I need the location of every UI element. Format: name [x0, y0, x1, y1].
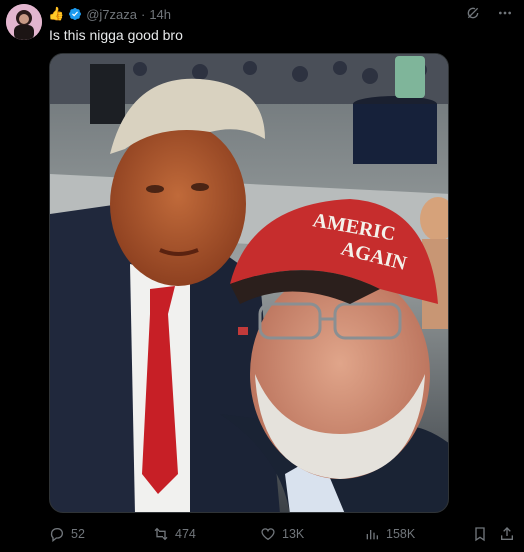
share-icon	[501, 527, 513, 540]
tweet-image[interactable]: AMERIC AGAIN	[49, 53, 449, 513]
top-actions	[464, 4, 514, 22]
repost-count: 474	[175, 527, 196, 541]
repost-icon	[154, 527, 168, 541]
share-button[interactable]	[499, 526, 515, 542]
bookmark-button[interactable]	[472, 526, 488, 542]
author-emoji: 👍	[48, 6, 65, 21]
views-button[interactable]: 158K	[364, 526, 415, 542]
tweet-header: 👍 @j7zaza · 14h	[48, 5, 171, 23]
more-options-icon[interactable]	[496, 4, 514, 22]
tweet[interactable]: 👍 @j7zaza · 14h Is this nigga good bro A…	[0, 0, 524, 552]
like-count: 13K	[282, 527, 305, 541]
like-button[interactable]: 13K	[260, 526, 304, 542]
view-count: 158K	[386, 527, 416, 541]
views-icon	[366, 530, 378, 540]
photo: AMERIC AGAIN	[50, 54, 448, 512]
timestamp[interactable]: 14h	[149, 7, 171, 22]
bookmark-icon	[475, 527, 485, 542]
reply-button[interactable]: 52	[49, 526, 85, 542]
separator-dot: ·	[140, 6, 146, 22]
heart-icon	[261, 528, 275, 541]
action-bar: 52 474 13K 158K	[49, 524, 514, 544]
avatar[interactable]	[6, 4, 42, 40]
grok-icon[interactable]	[464, 4, 482, 22]
tweet-text: Is this nigga good bro	[49, 27, 183, 43]
verified-badge-icon	[69, 8, 82, 20]
repost-button[interactable]: 474	[153, 526, 196, 542]
reply-count: 52	[71, 527, 85, 541]
reply-icon	[50, 528, 63, 542]
author-handle[interactable]: @j7zaza	[86, 7, 137, 22]
